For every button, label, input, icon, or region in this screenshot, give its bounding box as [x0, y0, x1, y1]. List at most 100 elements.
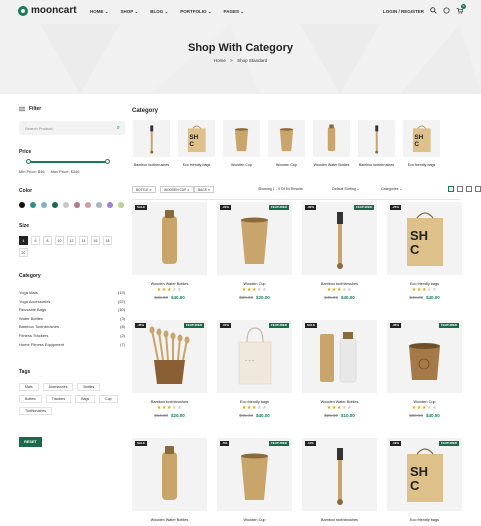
product-image[interactable]: -30% FEATURED: [302, 202, 377, 275]
product-card[interactable]: SH C -19% FEATURED Eco friendly bags: [387, 438, 462, 522]
filter-toggle[interactable]: Filter: [19, 106, 127, 112]
breadcrumb-home[interactable]: Home: [214, 58, 226, 63]
tag-chip[interactable]: Trackers: [45, 395, 72, 403]
product-card[interactable]: SH C -25% Eco friendly bags ★★★★★ $48.00 $40.0…: [387, 202, 462, 300]
color-swatch[interactable]: [96, 202, 102, 208]
product-image[interactable]: -11%: [302, 438, 377, 511]
list-view-icon[interactable]: [475, 186, 481, 192]
product-image[interactable]: SALE: [132, 438, 207, 511]
category-item[interactable]: Home Fitness Equipment (7): [19, 341, 125, 350]
product-name[interactable]: Eco friendly bags: [217, 400, 292, 404]
product-name[interactable]: Bamboo toothbrushes: [132, 400, 207, 404]
nav-blog[interactable]: BLOG ⌄: [150, 9, 168, 15]
color-swatch[interactable]: [107, 202, 113, 208]
category-item[interactable]: Reusable Bags (10): [19, 306, 125, 315]
product-card[interactable]: SALE Wooden Water Bottles ★★★★★ $25.00 $10.0…: [302, 320, 377, 418]
product-card[interactable]: -11% Bamboo toothbrushes: [302, 438, 377, 522]
size-option[interactable]: 4: [19, 236, 28, 245]
color-swatch[interactable]: [19, 202, 25, 208]
category-card[interactable]: Wooden Cup: [222, 120, 261, 167]
category-card[interactable]: Bamboo toothbrushes: [357, 120, 396, 167]
size-option[interactable]: 18: [103, 236, 112, 245]
product-card[interactable]: -20% FEATURED Wooden Cup ★★★★★ $30.00 $20.00: [217, 202, 292, 300]
grid-3-view-icon[interactable]: [457, 186, 463, 192]
category-item[interactable]: Bamboo Toothbrushes (8): [19, 323, 125, 332]
color-swatch[interactable]: [41, 202, 47, 208]
color-swatch[interactable]: [85, 202, 91, 208]
product-name[interactable]: Eco friendly bags: [387, 282, 462, 286]
active-filter-bottle[interactable]: BOTTLE ✕: [132, 186, 156, 193]
price-min-handle[interactable]: [26, 159, 31, 164]
search-icon[interactable]: [430, 7, 437, 14]
product-card[interactable]: -35% FEATURED Wooden Cup ★★★★★ $80.00 $40.00: [387, 320, 462, 418]
tag-chip[interactable]: Bottles: [19, 395, 42, 403]
category-item[interactable]: Water Bottles (3): [19, 315, 125, 324]
tag-chip[interactable]: Accessories: [42, 383, 74, 391]
reset-button[interactable]: RESET: [19, 437, 42, 447]
tag-chip[interactable]: Mats: [19, 383, 39, 391]
nav-pages[interactable]: PAGES ⌄: [224, 9, 244, 15]
product-image[interactable]: -35% FEATURED: [387, 320, 462, 393]
product-card[interactable]: SALE Wooden Water Bottles ★★★★★ $48.00 $40.0…: [132, 202, 207, 300]
grid-4-view-icon[interactable]: [466, 186, 472, 192]
category-image[interactable]: SH C: [403, 120, 440, 157]
product-image[interactable]: SH C -19% FEATURED: [387, 438, 462, 511]
size-option[interactable]: 16: [91, 236, 100, 245]
category-image[interactable]: [268, 120, 305, 157]
product-image[interactable]: SALE: [132, 202, 207, 275]
product-name[interactable]: Wooden Cup: [217, 282, 292, 286]
categories-dropdown[interactable]: Categories ⌄: [381, 187, 402, 191]
active-filter-bags[interactable]: BAGS ✕: [194, 186, 215, 193]
product-name[interactable]: Eco friendly bags: [387, 518, 462, 522]
search-icon[interactable]: ⌕: [117, 125, 120, 132]
color-swatch[interactable]: [118, 202, 124, 208]
nav-portfolio[interactable]: PORTFOLIO ⌄: [180, 9, 211, 15]
product-search-input[interactable]: Search Product ⌕: [19, 121, 125, 135]
category-item[interactable]: Yoga Accessories (22): [19, 298, 125, 307]
category-card[interactable]: SH C Eco friendly bags: [402, 120, 441, 167]
tag-chip[interactable]: Cup: [99, 395, 118, 403]
nav-shop[interactable]: SHOP ⌄: [121, 9, 139, 15]
product-name[interactable]: Wooden Water Bottles: [132, 518, 207, 522]
size-option[interactable]: 20: [19, 248, 28, 257]
category-card[interactable]: Bamboo toothbrushes: [132, 120, 171, 167]
category-card[interactable]: Wooden Water Bottles: [312, 120, 351, 167]
wishlist-icon[interactable]: [443, 7, 450, 14]
category-item[interactable]: Fitness Trackers (2): [19, 332, 125, 341]
product-image[interactable]: SH C -25%: [387, 202, 462, 275]
login-register-link[interactable]: LOGIN / REGISTER: [383, 9, 424, 14]
product-image[interactable]: -20% FEATURED: [217, 202, 292, 275]
category-image[interactable]: [223, 120, 260, 157]
size-option[interactable]: 12: [67, 236, 76, 245]
product-card[interactable]: ~ ~ ~ -37% FEATURED Eco friendly bags ★★★★★ $…: [217, 320, 292, 418]
nav-home[interactable]: HOME ⌄: [90, 9, 109, 15]
price-max-handle[interactable]: [105, 159, 110, 164]
size-option[interactable]: 10: [55, 236, 64, 245]
grid-view-icon[interactable]: [448, 186, 454, 192]
color-swatch[interactable]: [74, 202, 80, 208]
logo[interactable]: mooncart: [18, 5, 77, 16]
product-name[interactable]: Wooden Water Bottles: [132, 282, 207, 286]
tag-chip[interactable]: Bags: [75, 395, 96, 403]
color-swatch[interactable]: [30, 202, 36, 208]
price-range-slider[interactable]: [26, 159, 110, 164]
product-name[interactable]: Wooden Water Bottles: [302, 400, 377, 404]
size-option[interactable]: 14: [79, 236, 88, 245]
size-option[interactable]: 6: [31, 236, 40, 245]
category-card[interactable]: Wooden Cup: [267, 120, 306, 167]
color-swatch[interactable]: [63, 202, 69, 208]
product-image[interactable]: SALE: [302, 320, 377, 393]
product-name[interactable]: Wooden Cup: [217, 518, 292, 522]
category-image[interactable]: [358, 120, 395, 157]
color-swatch[interactable]: [52, 202, 58, 208]
category-card[interactable]: SH C Eco friendly bags: [177, 120, 216, 167]
category-item[interactable]: Yoga Mats (13): [19, 289, 125, 298]
category-image[interactable]: SH C: [178, 120, 215, 157]
product-card[interactable]: SALE Wooden Water Bottles: [132, 438, 207, 522]
product-name[interactable]: Bamboo toothbrushes: [302, 282, 377, 286]
product-card[interactable]: -45% FEATURED Bamboo toothbrushes ★★★★★ $64.…: [132, 320, 207, 418]
product-image[interactable]: -5% FEATURED: [217, 438, 292, 511]
active-filter-wooden-cup[interactable]: WOODEN CUP ✕: [160, 186, 194, 193]
size-option[interactable]: 8: [43, 236, 52, 245]
cart-icon[interactable]: 0: [456, 4, 466, 14]
